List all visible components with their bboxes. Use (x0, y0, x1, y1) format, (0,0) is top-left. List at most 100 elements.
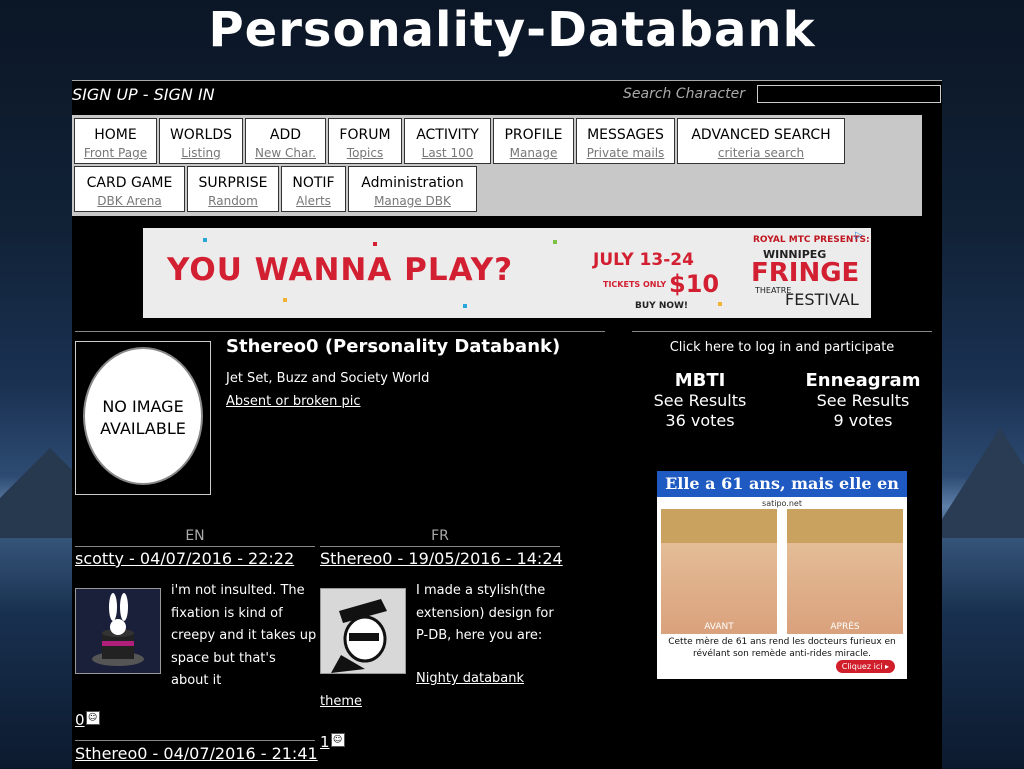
like-icon[interactable]: ☺ (85, 711, 100, 725)
divider (320, 546, 560, 547)
divider (75, 546, 315, 547)
comment-header-link[interactable]: scotty - 04/07/2016 - 22:22 (75, 549, 294, 568)
nav-card-game-button[interactable]: CARD GAME DBK Arena (74, 166, 185, 212)
main-navigation: HOME Front Page WORLDS Listing ADD New Char… (72, 115, 922, 216)
banner-ad-price: $10 (669, 270, 720, 298)
enneagram-vote-block[interactable]: Enneagram See Results 9 votes (798, 371, 928, 431)
divider (75, 331, 605, 332)
nav-subtitle: Listing (181, 146, 221, 160)
after-face-image: APRÈS (787, 509, 903, 634)
nav-subtitle: Manage (509, 146, 558, 160)
nav-title: WORLDS (169, 127, 233, 143)
signup-signin-link[interactable]: SIGN UP - SIGN IN (72, 85, 215, 104)
no-image-text: NO IMAGE (102, 397, 184, 416)
comment-header-link[interactable]: Sthereo0 - 04/07/2016 - 21:41 (75, 744, 318, 763)
fr-column-label: FR (431, 528, 449, 544)
adchoices-icon[interactable]: ▷ (855, 230, 869, 244)
side-ad-button[interactable]: Cliquez ici ▸ (835, 660, 895, 673)
nav-title: Administration (361, 175, 464, 191)
nav-title: MESSAGES (587, 127, 664, 143)
before-face-image: AVANT (661, 509, 777, 634)
confetti-dot (373, 242, 377, 246)
side-ad-text-line: révélant son remède anti-rides miracle. (692, 649, 872, 659)
nav-notif-button[interactable]: NOTIF Alerts (281, 166, 346, 212)
nav-title: CARD GAME (86, 175, 173, 191)
no-image-text: AVAILABLE (100, 419, 186, 438)
nav-add-button[interactable]: ADD New Char. (245, 118, 326, 164)
main-panel: SIGN UP - SIGN IN Search Character HOME F… (72, 80, 942, 769)
comment-text: I made a stylish(the (416, 583, 546, 598)
comment-text: P-DB, here you are: (416, 628, 543, 643)
confetti-dot (203, 238, 207, 242)
confetti-dot (463, 304, 467, 308)
before-label: AVANT (704, 622, 734, 632)
nav-messages-button[interactable]: MESSAGES Private mails (576, 118, 675, 164)
banner-ad-headline: YOU WANNA PLAY? (167, 252, 514, 288)
theme-link[interactable]: theme (320, 691, 362, 714)
nav-advanced-search-button[interactable]: ADVANCED SEARCH criteria search (677, 118, 845, 164)
nav-title: ACTIVITY (416, 127, 479, 143)
nav-profile-button[interactable]: PROFILE Manage (493, 118, 574, 164)
search-character-input[interactable] (757, 85, 941, 103)
nav-subtitle: New Char. (255, 146, 316, 160)
user-avatar[interactable] (75, 588, 161, 674)
banner-ad[interactable]: YOU WANNA PLAY? JULY 13-24 TICKETS ONLY … (143, 228, 871, 318)
mbti-vote-block[interactable]: MBTI See Results 36 votes (635, 371, 765, 431)
after-label: APRÈS (830, 622, 860, 632)
comment-like-count[interactable]: 1 ☺ (320, 733, 345, 751)
banner-ad-presenter: ROYAL MTC PRESENTS: (753, 235, 870, 245)
comment-body: I made a stylish(the extension) design f… (416, 580, 566, 648)
side-ad-text: Cette mère de 61 ans rend les docteurs f… (657, 636, 907, 660)
nav-activity-button[interactable]: ACTIVITY Last 100 (404, 118, 491, 164)
broken-pic-link[interactable]: Absent or broken pic (226, 394, 361, 409)
background-mountain (930, 428, 1024, 538)
nav-forum-button[interactable]: FORUM Topics (328, 118, 402, 164)
like-count: 1 (320, 733, 330, 751)
nav-title: NOTIF (292, 175, 335, 191)
hair-shape (661, 509, 777, 543)
magician-rabbit-icon (92, 593, 144, 666)
nav-title: ADD (269, 127, 302, 143)
side-ad[interactable]: Elle a 61 ans, mais elle en fait 40 sati… (657, 471, 907, 679)
comment-text: creepy and it takes up (171, 628, 317, 643)
banner-ad-dates: JULY 13-24 (593, 250, 694, 270)
nav-worlds-button[interactable]: WORLDS Listing (159, 118, 243, 164)
banner-ad-festival: FESTIVAL (785, 290, 859, 309)
site-title[interactable]: Personality-Databank (0, 2, 1024, 58)
enneagram-label: Enneagram (805, 370, 921, 391)
theme-link[interactable]: Nighty databank (416, 668, 524, 691)
banner-ad-brand: FRINGE (751, 258, 860, 288)
character-world: Jet Set, Buzz and Society World (226, 371, 430, 386)
comment-text: i'm not insulted. The (171, 583, 305, 598)
nav-subtitle: Topics (346, 146, 384, 160)
nav-title: ADVANCED SEARCH (691, 127, 831, 143)
confetti-dot (718, 302, 722, 306)
nav-subtitle: criteria search (717, 146, 805, 160)
confetti-dot (283, 298, 287, 302)
comment-header-link[interactable]: Sthereo0 - 19/05/2016 - 14:24 (320, 549, 563, 568)
mbti-results-link[interactable]: See Results (654, 391, 747, 410)
mbti-label: MBTI (674, 370, 726, 391)
no-image-placeholder: NO IMAGE AVAILABLE (83, 347, 203, 485)
banner-ad-tickets: TICKETS ONLY (603, 280, 667, 289)
nav-administration-button[interactable]: Administration Manage DBK (348, 166, 477, 212)
login-prompt-link[interactable]: Click here to log in and participate (632, 340, 932, 355)
nav-title: HOME (94, 127, 137, 143)
nav-subtitle: Last 100 (421, 146, 474, 160)
side-ad-headline: Elle a 61 ans, mais elle en fait 40 (657, 471, 907, 519)
nav-subtitle: DBK Arena (97, 194, 162, 208)
banner-ad-buy: BUY NOW! (635, 301, 689, 311)
comment-body: i'm not insulted. The fixation is kind o… (171, 580, 319, 693)
nav-title: PROFILE (504, 127, 563, 143)
comment-text: space but that's (171, 650, 276, 666)
nav-surprise-button[interactable]: SURPRISE Random (187, 166, 279, 212)
user-avatar[interactable] (320, 588, 406, 674)
comment-like-count[interactable]: 0 ☺ (75, 711, 100, 729)
nav-home-button[interactable]: HOME Front Page (74, 118, 157, 164)
enneagram-results-link[interactable]: See Results (817, 391, 910, 410)
side-ad-site: satipo.net (762, 499, 802, 508)
enneagram-votes: 9 votes (833, 411, 893, 430)
nav-subtitle: Manage DBK (374, 194, 451, 208)
like-icon[interactable]: ☺ (330, 733, 345, 747)
character-image[interactable]: NO IMAGE AVAILABLE (75, 341, 211, 495)
